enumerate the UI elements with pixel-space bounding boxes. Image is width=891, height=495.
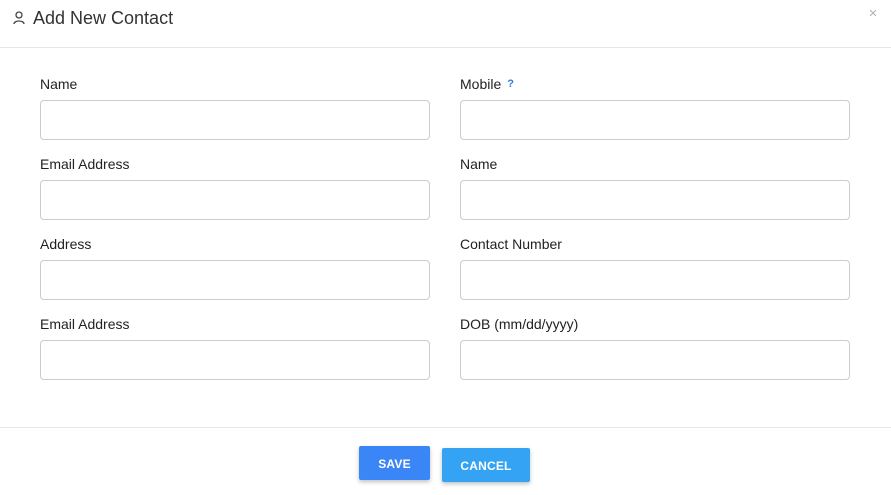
second-name-input[interactable] xyxy=(460,180,850,220)
form-row: Email Address DOB (mm/dd/yyyy) xyxy=(40,312,850,392)
cancel-button[interactable]: CANCEL xyxy=(442,448,530,482)
second-email-field-group: Email Address xyxy=(40,312,430,392)
contact-number-field-group: Contact Number xyxy=(460,232,850,312)
second-name-label: Name xyxy=(460,156,498,172)
email-label: Email Address xyxy=(40,156,130,172)
address-field-group: Address xyxy=(40,232,430,312)
address-label: Address xyxy=(40,236,92,252)
second-email-input[interactable] xyxy=(40,340,430,380)
contact-number-label: Contact Number xyxy=(460,236,562,252)
form-row: Name Mobile ? xyxy=(40,72,850,152)
mobile-label-row: Mobile ? xyxy=(460,72,850,96)
email-input[interactable] xyxy=(40,180,430,220)
dob-label: DOB (mm/dd/yyyy) xyxy=(460,316,579,332)
name-input[interactable] xyxy=(40,100,430,140)
second-name-field-group: Name xyxy=(460,152,850,232)
name-label: Name xyxy=(40,76,78,92)
dob-field-group: DOB (mm/dd/yyyy) xyxy=(460,312,850,392)
modal-footer: SAVE CANCEL xyxy=(0,427,891,495)
mobile-label: Mobile xyxy=(460,76,502,92)
save-button[interactable]: SAVE xyxy=(359,446,430,480)
add-contact-modal: Add New Contact × Name Mobile ? Email Ad… xyxy=(0,0,891,495)
second-email-label: Email Address xyxy=(40,316,130,332)
form-row: Email Address Name xyxy=(40,152,850,232)
modal-header: Add New Contact × xyxy=(0,0,891,48)
dob-input[interactable] xyxy=(460,340,850,380)
name-field-group: Name xyxy=(40,72,430,152)
form-row: Address Contact Number xyxy=(40,232,850,312)
contact-form: Name Mobile ? Email Address Name Address… xyxy=(40,72,850,392)
mobile-input[interactable] xyxy=(460,100,850,140)
address-input[interactable] xyxy=(40,260,430,300)
user-icon xyxy=(13,11,25,25)
email-field-group: Email Address xyxy=(40,152,430,232)
mobile-field-group: Mobile ? xyxy=(460,72,850,152)
modal-title: Add New Contact xyxy=(33,8,174,28)
close-icon[interactable]: × xyxy=(867,6,879,21)
help-icon[interactable]: ? xyxy=(507,78,514,90)
contact-number-input[interactable] xyxy=(460,260,850,300)
